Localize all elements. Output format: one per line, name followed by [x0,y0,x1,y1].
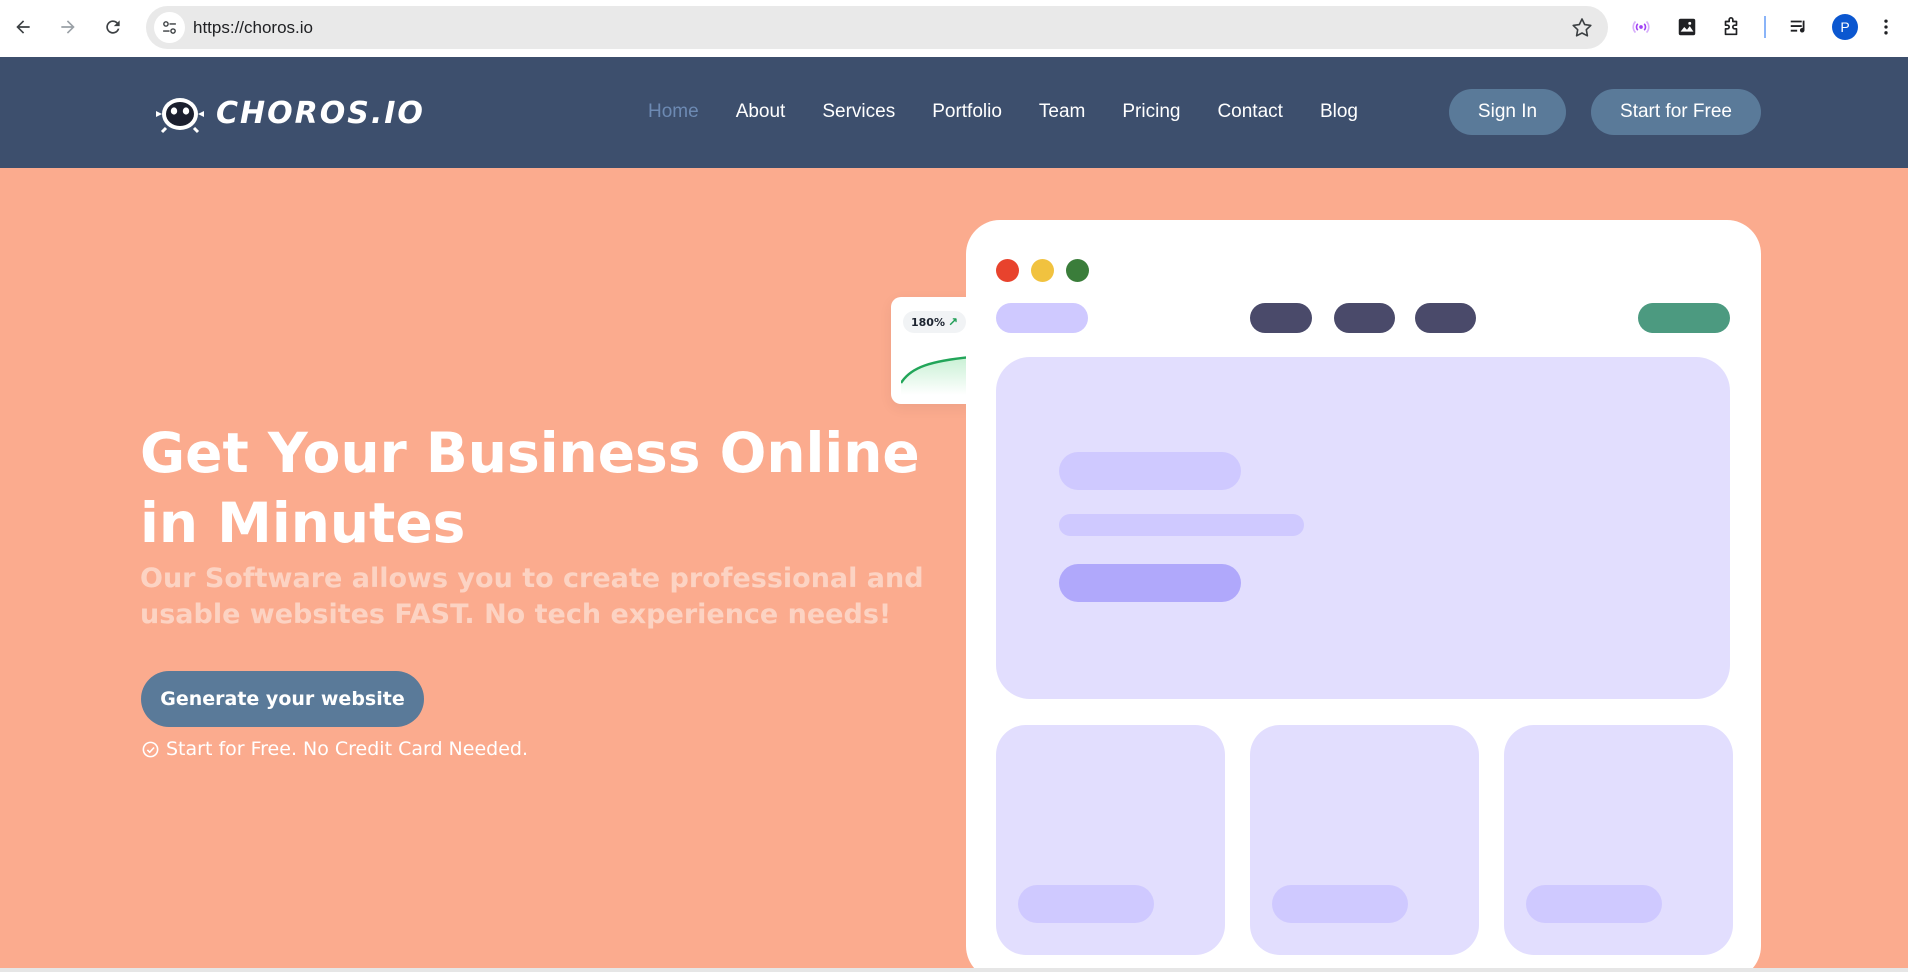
mock-card-label [1526,885,1662,923]
browser-toolbar: https://choros.io P [0,0,1908,56]
mock-feature-card [996,725,1225,955]
growth-stat-card: 180% ↗ [891,297,971,404]
brand-logo[interactable]: CHOROS.IO [152,92,425,134]
growth-badge: 180% ↗ [903,311,967,333]
mock-text-bar [1059,514,1304,536]
extensions-puzzle-icon [1724,17,1738,36]
main-nav: Home About Services Portfolio Team Prici… [648,94,1395,130]
site-settings-button[interactable] [154,12,185,43]
nav-portfolio[interactable]: Portfolio [932,101,1002,123]
growth-sparkline [901,355,971,395]
free-note-text: Start for Free. No Credit Card Needed. [166,738,529,760]
extensions-button[interactable] [1718,14,1744,40]
nav-blog[interactable]: Blog [1320,101,1358,123]
arrow-up-right-icon: ↗ [947,315,959,329]
mock-button-bar [1059,564,1241,602]
broadcast-extension[interactable] [1628,14,1654,40]
back-button[interactable] [8,10,38,44]
mock-card-label [1272,885,1408,923]
mock-nav-pill [1334,303,1395,333]
mock-nav-pill [1250,303,1312,333]
hero-section: Get Your Business Online in Minutes Our … [0,168,1908,980]
image-capture-extension[interactable] [1674,14,1700,40]
more-menu-button[interactable] [1876,14,1896,40]
reading-list-icon [1790,20,1805,33]
profile-avatar[interactable]: P [1832,14,1858,40]
hero-subtitle: Our Software allows you to create profes… [140,563,924,630]
broadcast-icon [1632,20,1650,34]
hero-title: Get Your Business Online in Minutes [140,421,920,555]
check-circle-icon [142,741,159,757]
website-mockup-window [966,220,1761,980]
robot-mascot-icon [156,98,204,134]
mock-logo-bar [996,303,1088,333]
toolbar-separator [1764,16,1766,38]
mock-heading-bar [1059,452,1241,490]
start-for-free-button[interactable]: Start for Free [1591,89,1761,135]
mock-cta-pill [1638,303,1730,333]
site-header: CHOROS.IO Home About Services Portfolio … [0,57,1908,168]
nav-contact[interactable]: Contact [1217,101,1282,123]
window-dot-yellow [1031,259,1054,282]
address-bar[interactable]: https://choros.io [146,6,1608,49]
url-text[interactable]: https://choros.io [193,18,313,38]
back-icon [16,20,30,34]
free-note: Start for Free. No Credit Card Needed. [141,738,528,760]
reload-button[interactable] [98,10,128,44]
forward-icon [61,20,75,34]
brand-name: CHOROS.IO [216,95,425,131]
more-menu-icon [1884,19,1888,35]
reload-icon [106,20,120,34]
window-dot-red [996,259,1019,282]
sign-in-button[interactable]: Sign In [1449,89,1566,135]
mock-nav-pill [1415,303,1476,333]
nav-pricing[interactable]: Pricing [1122,101,1180,123]
nav-team[interactable]: Team [1039,101,1085,123]
mock-feature-card [1504,725,1733,955]
window-dot-green [1066,259,1089,282]
growth-value: 180% [911,315,945,329]
nav-services[interactable]: Services [822,101,895,123]
forward-button[interactable] [53,10,83,44]
nav-about[interactable]: About [736,101,786,123]
mock-hero-panel [996,357,1730,699]
site-settings-icon [163,21,176,34]
reading-list-button[interactable] [1786,14,1812,40]
mock-card-label [1018,885,1154,923]
page-bottom-edge [0,968,1908,972]
nav-home[interactable]: Home [648,101,699,123]
bookmark-star-icon[interactable] [1570,16,1594,40]
mock-feature-card [1250,725,1479,955]
generate-website-button[interactable]: Generate your website [141,671,424,727]
image-capture-icon [1678,18,1696,36]
